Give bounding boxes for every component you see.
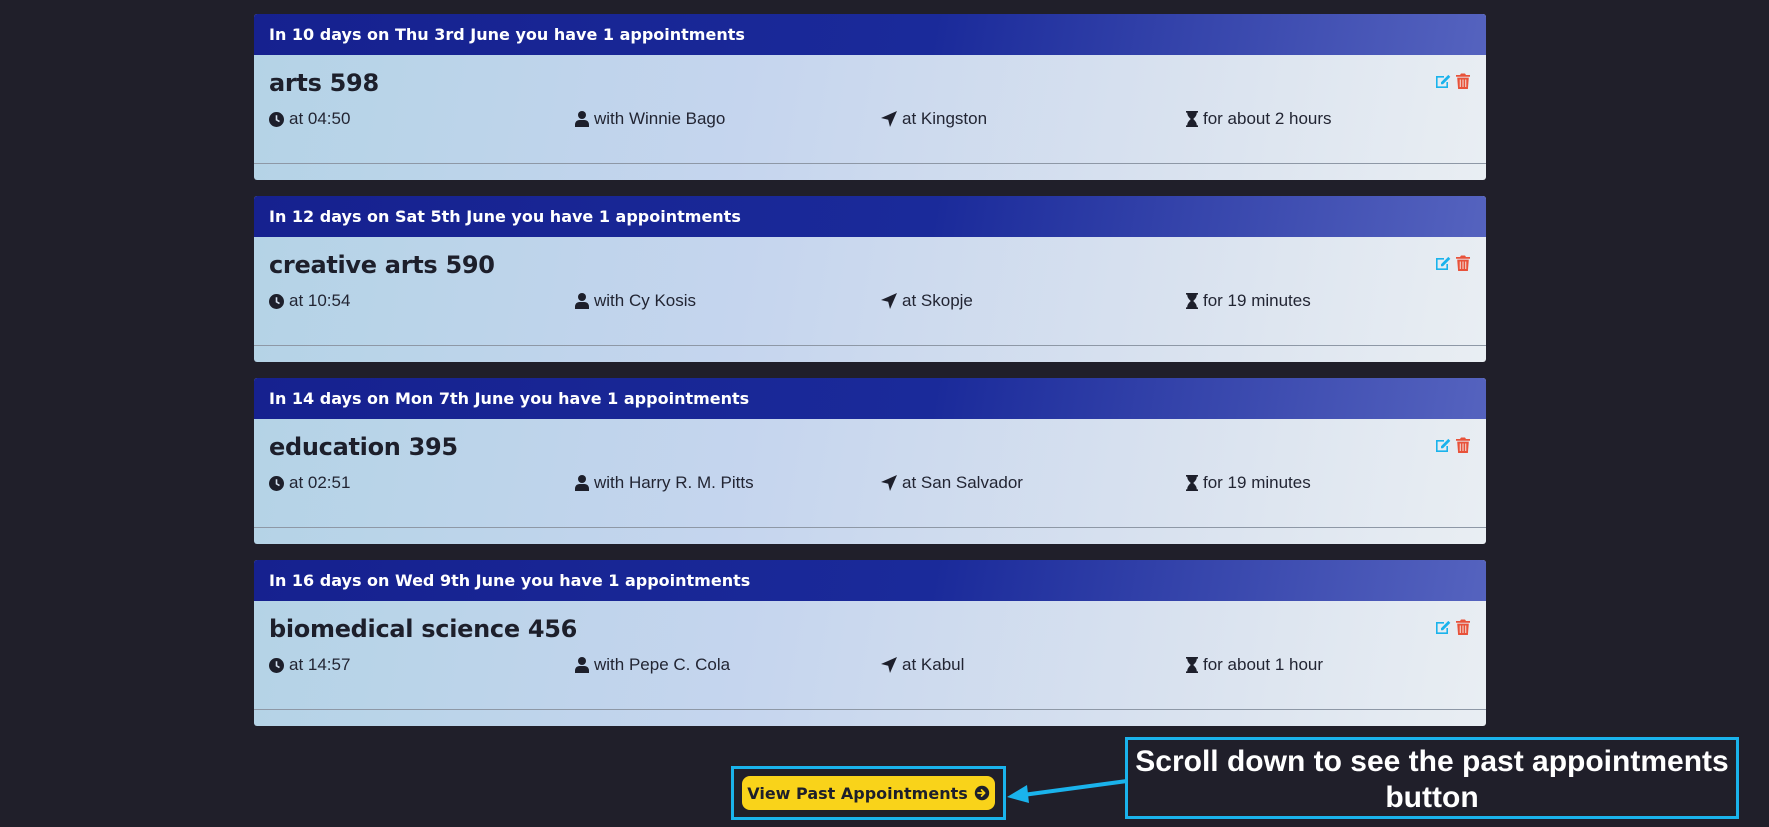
location-arrow-icon [881,111,897,127]
appointment-time-text: at 10:54 [289,291,351,310]
appointment-item: education 395 at 02:51 with Harry R. M. … [254,419,1486,543]
appointment-title: education 395 [269,433,458,461]
appointment-time: at 04:50 [269,109,350,129]
appointment-with: with Pepe C. Cola [575,655,730,675]
user-icon [575,475,589,491]
appointment-divider [254,163,1486,164]
appointment-duration: for 19 minutes [1186,473,1311,493]
hourglass-icon [1186,657,1198,673]
day-card: In 16 days on Wed 9th June you have 1 ap… [254,560,1486,726]
day-header: In 12 days on Sat 5th June you have 1 ap… [254,196,1486,237]
appointment-location: at Kingston [881,109,987,129]
location-arrow-icon [881,293,897,309]
edit-icon[interactable] [1435,73,1452,89]
edit-icon[interactable] [1435,619,1452,635]
trash-icon[interactable] [1456,73,1470,89]
appointment-location: at San Salvador [881,473,1023,493]
appointment-duration: for about 1 hour [1186,655,1323,675]
appointment-time-text: at 02:51 [289,473,351,492]
appointment-actions [1435,73,1470,89]
appointment-time-text: at 14:57 [289,655,351,674]
appointment-location-text: at Kabul [902,655,965,674]
appointment-time: at 10:54 [269,291,350,311]
appointment-duration-text: for about 1 hour [1203,655,1324,674]
appointment-location: at Skopje [881,291,973,311]
appointment-duration-text: for about 2 hours [1203,109,1332,128]
appointment-location: at Kabul [881,655,964,675]
user-icon [575,111,589,127]
user-icon [575,293,589,309]
appointment-duration: for 19 minutes [1186,291,1311,311]
location-arrow-icon [881,657,897,673]
appointment-item: creative arts 590 at 10:54 with Cy Kosis… [254,237,1486,361]
callout-annotation: Scroll down to see the past appointments… [1125,737,1739,819]
hourglass-icon [1186,475,1198,491]
arrow-circle-right-icon [974,785,990,801]
day-card: In 14 days on Mon 7th June you have 1 ap… [254,378,1486,544]
appointment-with: with Harry R. M. Pitts [575,473,754,493]
clock-icon [269,657,284,673]
hourglass-icon [1186,111,1198,127]
appointment-duration-text: for 19 minutes [1203,473,1311,492]
trash-icon[interactable] [1456,437,1470,453]
appointment-title: arts 598 [269,69,379,97]
appointment-time-text: at 04:50 [289,109,351,128]
appointment-actions [1435,619,1470,635]
hourglass-icon [1186,293,1198,309]
view-past-appointments-button[interactable]: View Past Appointments [742,776,995,810]
day-card: In 10 days on Thu 3rd June you have 1 ap… [254,14,1486,180]
clock-icon [269,293,284,309]
appointment-item: arts 598 at 04:50 with Winnie Bago at Ki… [254,55,1486,179]
day-header: In 16 days on Wed 9th June you have 1 ap… [254,560,1486,601]
appointment-title: biomedical science 456 [269,615,578,643]
appointment-with: with Cy Kosis [575,291,696,311]
appointment-location-text: at Skopje [902,291,973,310]
past-button-highlight: View Past Appointments [731,766,1006,820]
appointment-divider [254,709,1486,710]
appointment-with-text: with Winnie Bago [594,109,726,128]
edit-icon[interactable] [1435,255,1452,271]
callout-text: Scroll down to see the past appointments… [1135,745,1729,814]
appointment-with: with Winnie Bago [575,109,725,129]
appointment-with-text: with Cy Kosis [594,291,697,310]
day-card: In 12 days on Sat 5th June you have 1 ap… [254,196,1486,362]
clock-icon [269,475,284,491]
appointment-time: at 14:57 [269,655,350,675]
day-header: In 14 days on Mon 7th June you have 1 ap… [254,378,1486,419]
appointment-divider [254,345,1486,346]
callout-arrow-icon [1007,779,1128,803]
appointment-duration: for about 2 hours [1186,109,1332,129]
day-header: In 10 days on Thu 3rd June you have 1 ap… [254,14,1486,55]
user-icon [575,657,589,673]
trash-icon[interactable] [1456,619,1470,635]
appointment-time: at 02:51 [269,473,350,493]
appointment-with-text: with Pepe C. Cola [594,655,731,674]
appointment-with-text: with Harry R. M. Pitts [594,473,754,492]
clock-icon [269,111,284,127]
appointment-location-text: at Kingston [902,109,988,128]
appointment-item: biomedical science 456 at 14:57 with Pep… [254,601,1486,725]
location-arrow-icon [881,475,897,491]
appointment-actions [1435,437,1470,453]
appointment-divider [254,527,1486,528]
appointment-duration-text: for 19 minutes [1203,291,1311,310]
appointment-location-text: at San Salvador [902,473,1023,492]
trash-icon[interactable] [1456,255,1470,271]
edit-icon[interactable] [1435,437,1452,453]
appointment-actions [1435,255,1470,271]
appointment-title: creative arts 590 [269,251,495,279]
view-past-appointments-label: View Past Appointments [747,783,968,803]
